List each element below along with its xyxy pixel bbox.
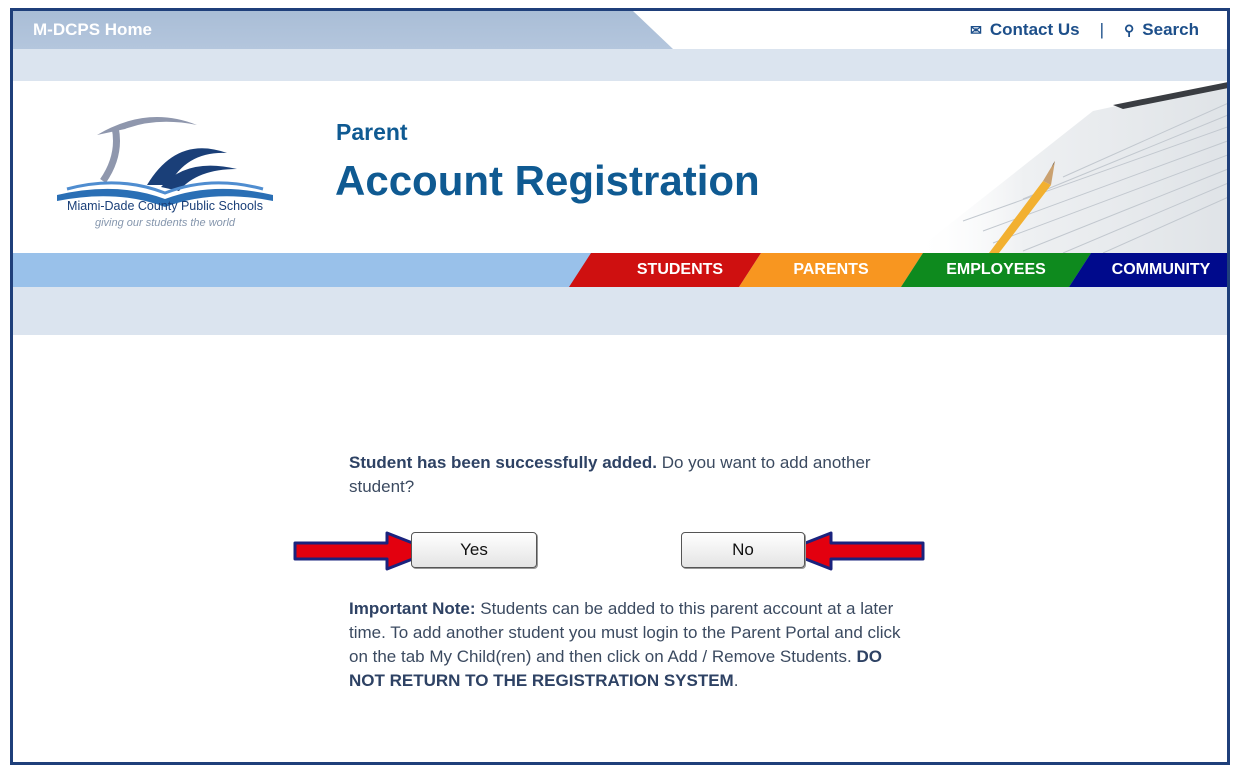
note-end: . (733, 671, 739, 690)
logo-name: Miami-Dade County Public Schools (67, 199, 263, 213)
contact-us-link[interactable]: Contact Us (990, 20, 1080, 40)
note-label: Important Note: (349, 599, 476, 618)
main-nav: STUDENTS PARENTS EMPLOYEES COMMUNITY (13, 253, 1227, 287)
school-logo[interactable] (37, 95, 293, 235)
nav-employees[interactable]: EMPLOYEES (901, 253, 1091, 287)
search-icon: ⚲ (1124, 21, 1135, 38)
sub-nav-strip (13, 287, 1227, 335)
page-subtitle: Parent (336, 119, 408, 145)
important-note: Important Note: Students can be added to… (349, 597, 909, 693)
mail-icon: ✉ (970, 21, 982, 38)
logo-tagline: giving our students the world (94, 217, 236, 229)
search-link[interactable]: Search (1142, 20, 1199, 40)
header-strip (13, 49, 1227, 81)
top-bar: M-DCPS Home ✉ Contact Us | ⚲ Search (13, 11, 1227, 49)
link-separator: | (1099, 20, 1105, 39)
success-message-bold: Student has been successfully added. (349, 453, 657, 472)
nav-community[interactable]: COMMUNITY (1069, 253, 1227, 287)
page-title: Account Registration (335, 157, 760, 204)
no-button[interactable]: No (681, 532, 805, 568)
top-links: ✉ Contact Us | ⚲ Search (970, 20, 1199, 40)
page-frame: M-DCPS Home ✉ Contact Us | ⚲ Search Miam… (10, 8, 1230, 765)
nav-students[interactable]: STUDENTS (569, 253, 761, 287)
notepad-image (793, 81, 1227, 253)
success-message: Student has been successfully added. Do … (349, 451, 909, 499)
header: Miami-Dade County Public Schools giving … (13, 81, 1227, 253)
nav-parents[interactable]: PARENTS (739, 253, 923, 287)
yes-button[interactable]: Yes (411, 532, 537, 568)
home-link[interactable]: M-DCPS Home (33, 20, 152, 40)
